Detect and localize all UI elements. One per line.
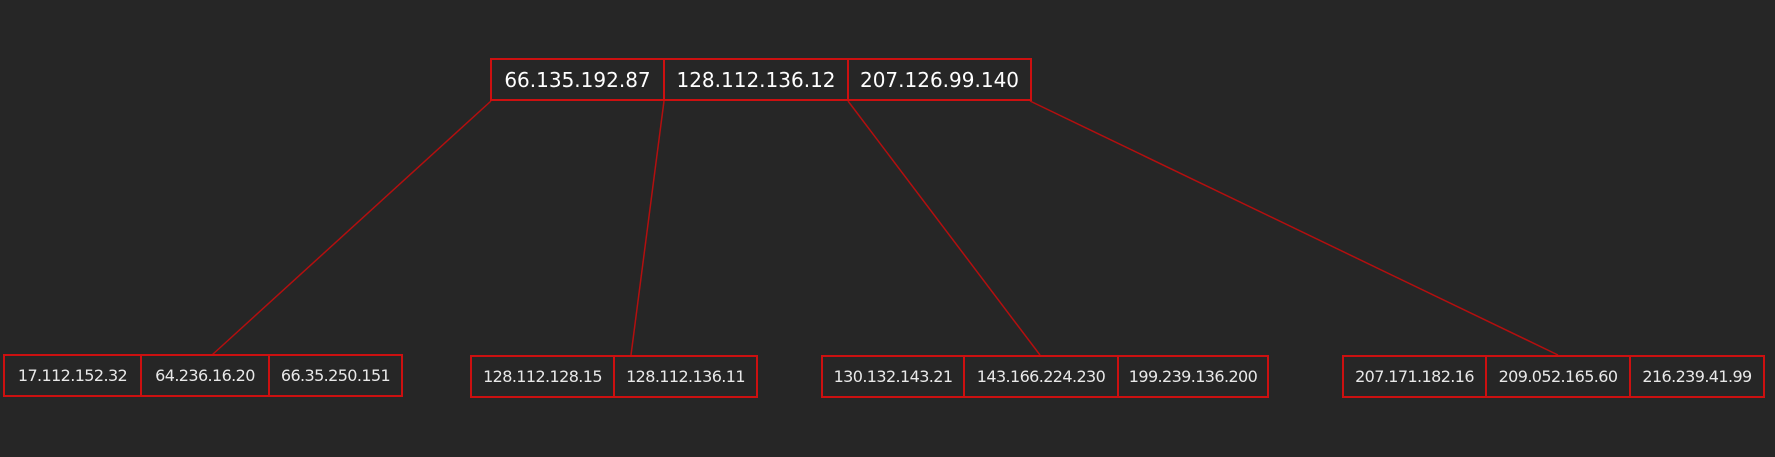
edge-to-leaf-3 bbox=[847, 100, 1041, 356]
leaf-3-key-2: 143.166.224.230 bbox=[963, 355, 1119, 398]
leaf-4-key-3: 216.239.41.99 bbox=[1629, 355, 1765, 398]
root-key-1: 66.135.192.87 bbox=[490, 58, 665, 101]
leaf-2-key-2: 128.112.136.11 bbox=[613, 355, 758, 398]
leaf-node-4: 207.171.182.16 209.052.165.60 216.239.41… bbox=[1342, 355, 1765, 398]
root-node: 66.135.192.87 128.112.136.12 207.126.99.… bbox=[490, 58, 1032, 101]
leaf-node-1: 17.112.152.32 64.236.16.20 66.35.250.151 bbox=[3, 354, 403, 397]
edge-to-leaf-2 bbox=[630, 100, 665, 356]
leaf-4-key-2: 209.052.165.60 bbox=[1485, 355, 1631, 398]
leaf-3-key-1: 130.132.143.21 bbox=[821, 355, 965, 398]
edge-to-leaf-1 bbox=[211, 100, 492, 356]
leaf-node-2: 128.112.128.15 128.112.136.11 bbox=[470, 355, 758, 398]
leaf-1-key-3: 66.35.250.151 bbox=[268, 354, 403, 397]
leaf-3-key-3: 199.239.136.200 bbox=[1117, 355, 1269, 398]
leaf-node-3: 130.132.143.21 143.166.224.230 199.239.1… bbox=[821, 355, 1269, 398]
leaf-1-key-1: 17.112.152.32 bbox=[3, 354, 142, 397]
leaf-4-key-1: 207.171.182.16 bbox=[1342, 355, 1487, 398]
root-key-2: 128.112.136.12 bbox=[663, 58, 849, 101]
b-tree-diagram: 66.135.192.87 128.112.136.12 207.126.99.… bbox=[0, 0, 1775, 457]
leaf-1-key-2: 64.236.16.20 bbox=[140, 354, 270, 397]
root-key-3: 207.126.99.140 bbox=[847, 58, 1032, 101]
leaf-2-key-1: 128.112.128.15 bbox=[470, 355, 615, 398]
edge-to-leaf-4 bbox=[1029, 100, 1559, 356]
